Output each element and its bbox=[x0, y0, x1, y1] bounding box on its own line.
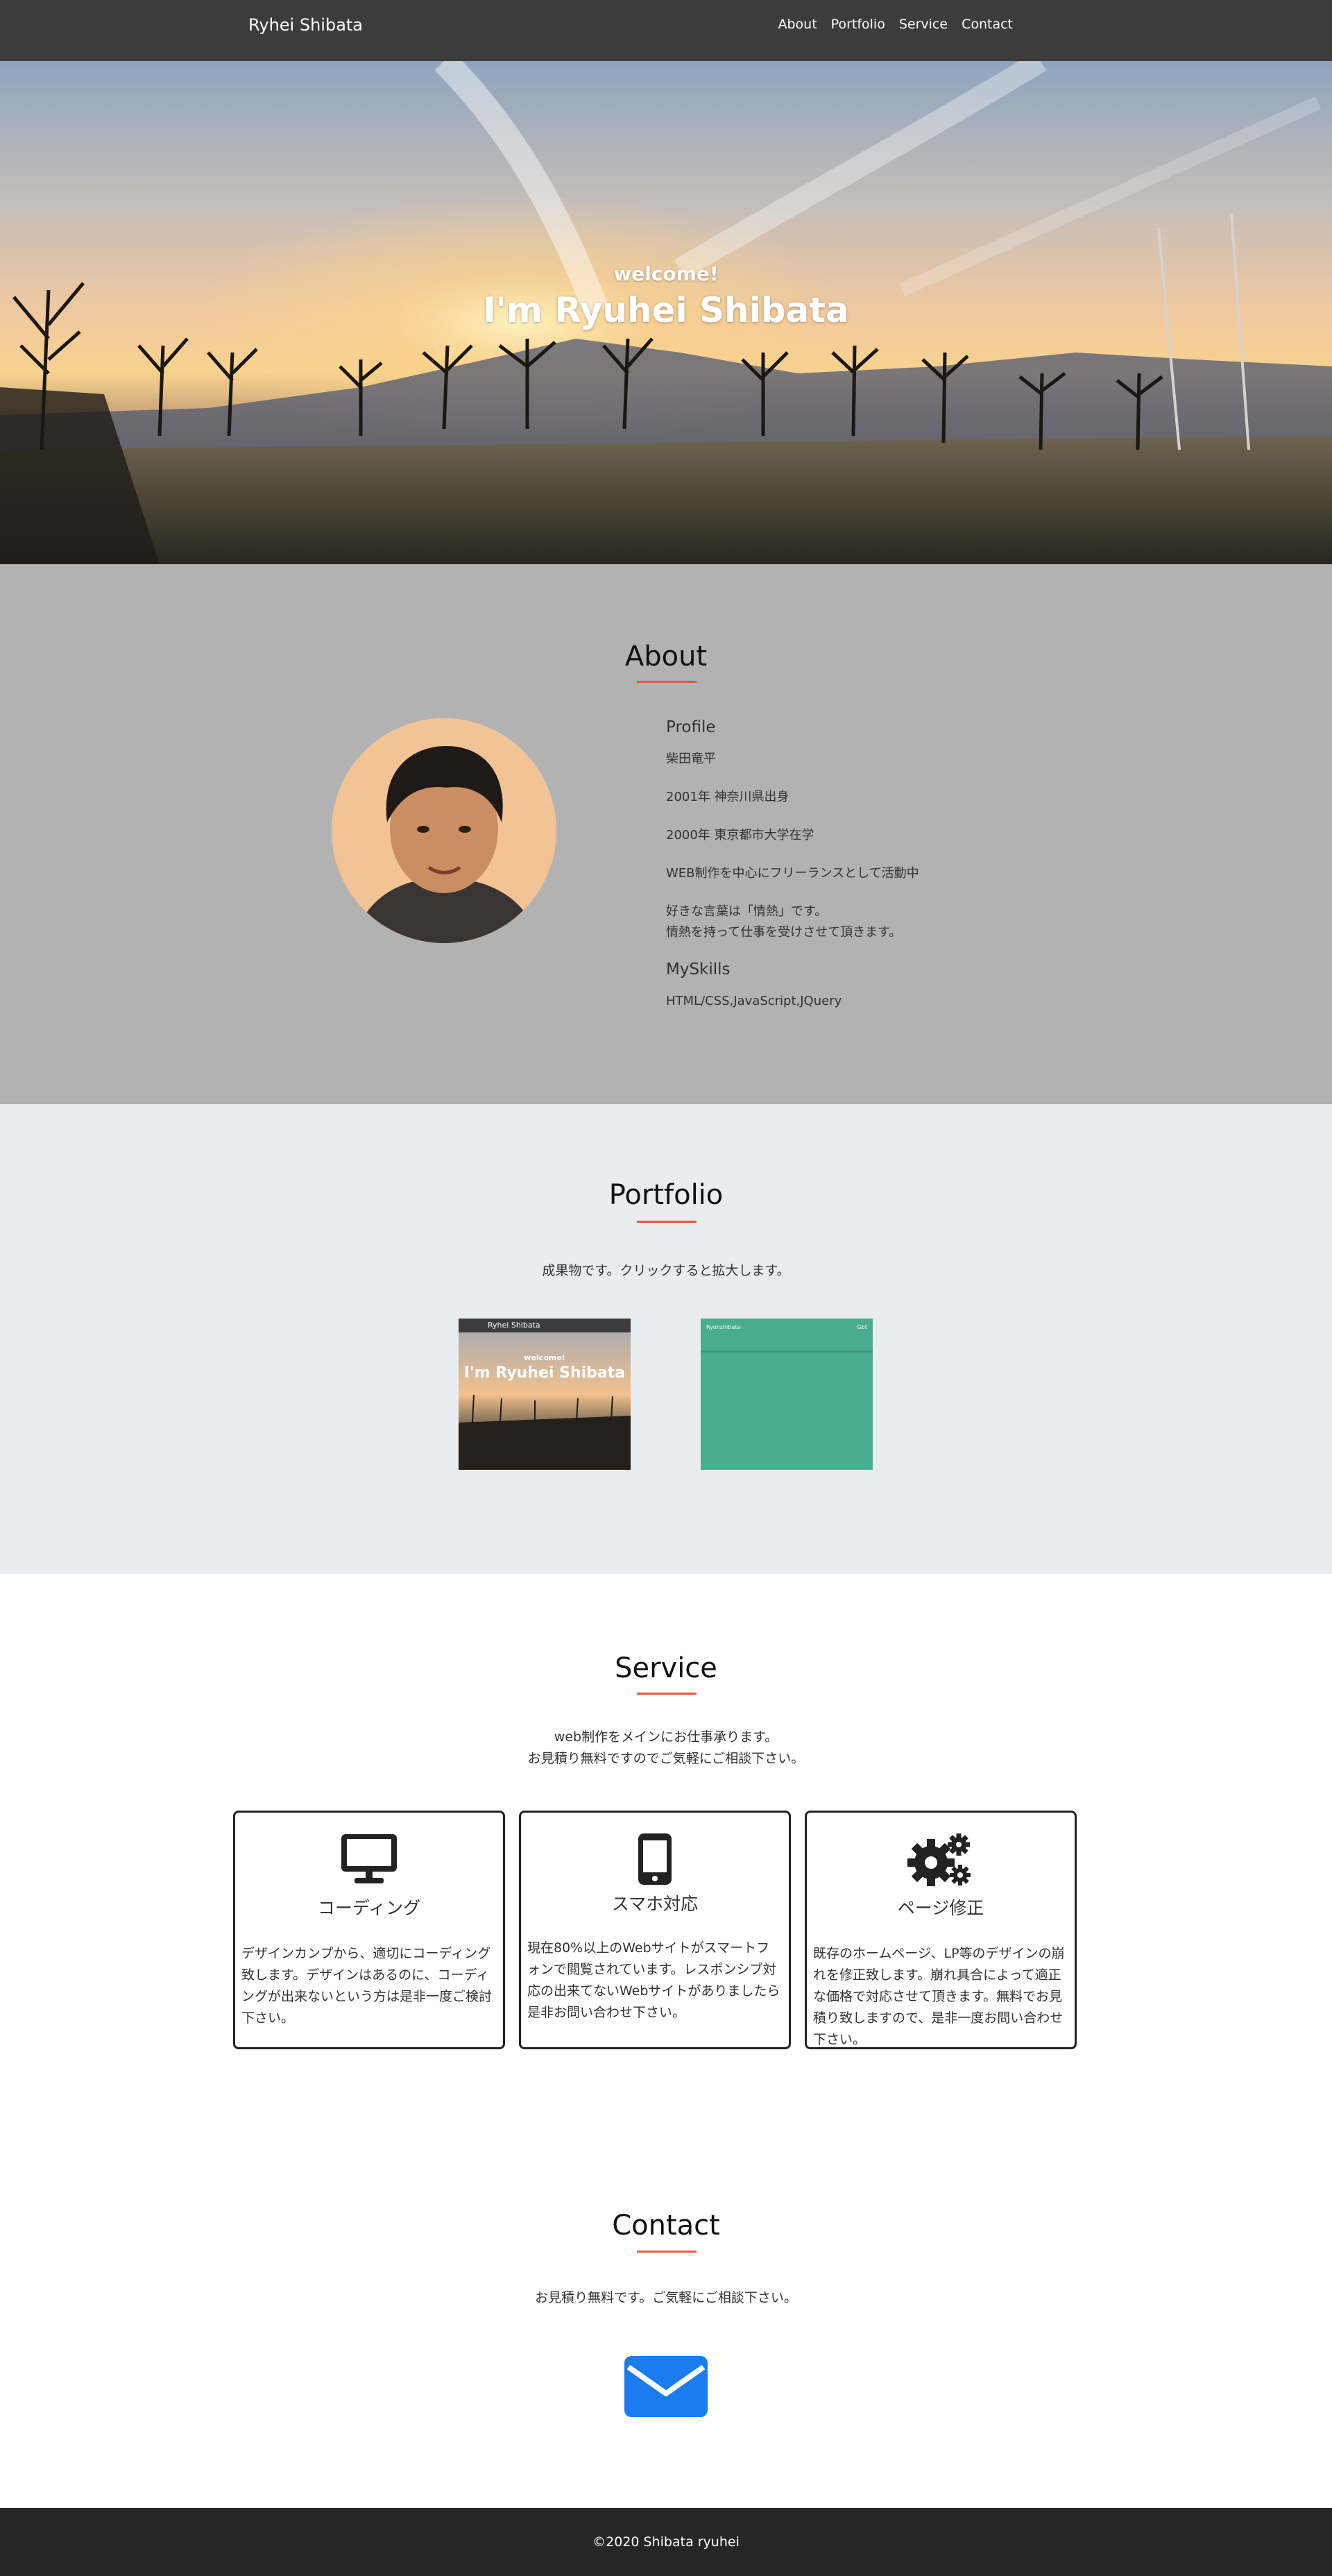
about-section: About Profile 柴田竜平 2001年 神奈川県出身 2000年 東京… bbox=[0, 564, 1332, 1104]
service-card-desc: 現在80%以上のWebサイトがスマートフォンで閲覧されています。レスポンシブ対応… bbox=[527, 1940, 780, 2020]
profile-school: 2000年 東京都市大学在学 bbox=[666, 828, 814, 842]
thumb2-nav: Gbt bbox=[857, 1324, 867, 1330]
nav-contact[interactable]: Contact bbox=[962, 17, 1013, 32]
portfolio-title: Portfolio bbox=[608, 1179, 724, 1211]
envelope-icon[interactable] bbox=[623, 2355, 709, 2421]
avatar-photo bbox=[332, 718, 556, 943]
hero-title: I'm Ryuhei Shibata bbox=[483, 290, 849, 330]
service-lead-line2: お見積り無料ですのでご気軽にご相談下さい。 bbox=[527, 1751, 805, 1766]
main-nav: About Portfolio Service Contact bbox=[778, 17, 1013, 32]
service-card-desc: デザインカンプから、適切にコーディング致します。デザインはあるのに、コーディング… bbox=[241, 1946, 493, 2026]
thumb1-title: I'm Ryuhei Shibata bbox=[463, 1364, 626, 1382]
gears-icon bbox=[807, 1832, 1075, 1890]
thumb1-brand: Ryhei Shibata bbox=[488, 1321, 540, 1330]
service-card-coding: コーディング デザインカンプから、適切にコーディング致します。デザインはあるのに… bbox=[233, 1811, 505, 2049]
site-brand[interactable]: Ryhei Shibata bbox=[248, 15, 363, 35]
nav-portfolio[interactable]: Portfolio bbox=[831, 17, 885, 32]
service-card-title: コーディング bbox=[317, 1898, 421, 1918]
portfolio-item-2[interactable]: Ryohshibata Gbt bbox=[701, 1319, 873, 1470]
contact-title: Contact bbox=[612, 2210, 720, 2242]
skills-list: HTML/CSS,JavaScript,JQuery bbox=[666, 994, 842, 1008]
hero-welcome: welcome! bbox=[613, 262, 719, 285]
contact-lead: お見積り無料です。ご気軽にご相談下さい。 bbox=[535, 2290, 797, 2305]
avatar bbox=[332, 718, 556, 943]
service-title: Service bbox=[615, 1652, 717, 1684]
about-title-underline bbox=[637, 681, 697, 683]
profile-name: 柴田竜平 bbox=[666, 752, 716, 766]
service-card-desc: 既存のホームページ、LP等のデザインの崩れを修正致します。崩れ具合によって適正な… bbox=[813, 1946, 1065, 2047]
monitor-icon bbox=[235, 1832, 503, 1888]
profile-motto: 好きな言葉は「情熱」です。 情熱を持って仕事を受けさせて頂きます。 bbox=[666, 901, 1013, 943]
profile-motto-line1: 好きな言葉は「情熱」です。 bbox=[666, 904, 828, 919]
service-card-title: スマホ対応 bbox=[611, 1894, 699, 1914]
portfolio-section: Portfolio 成果物です。クリックすると拡大します。 Ryhei Shib… bbox=[0, 1104, 1332, 1574]
about-title: About bbox=[624, 641, 708, 672]
nav-about[interactable]: About bbox=[778, 17, 817, 32]
thumb2-brand: Ryohshibata bbox=[706, 1324, 741, 1330]
footer-copyright: ©2020 Shibata ryuhei bbox=[592, 2534, 740, 2550]
service-lead: web制作をメインにお仕事承ります。 お見積り無料ですのでご気軽にご相談下さい。 bbox=[0, 1727, 1332, 1770]
contact-section: Contact お見積り無料です。ご気軽にご相談下さい。 bbox=[0, 2143, 1332, 2508]
service-card-title: ページ修正 bbox=[897, 1898, 984, 1918]
service-lead-line1: web制作をメインにお仕事承ります。 bbox=[554, 1729, 778, 1745]
profile-work: WEB制作を中心にフリーランスとして活動中 bbox=[666, 866, 919, 881]
site-footer: ©2020 Shibata ryuhei bbox=[0, 2508, 1332, 2576]
profile-heading: Profile bbox=[666, 718, 716, 736]
skills-heading: MySkills bbox=[666, 960, 731, 978]
service-card-fix: ページ修正 既存のホームページ、LP等のデザインの崩れを修正致します。崩れ具合に… bbox=[805, 1811, 1077, 2049]
service-section: Service web制作をメインにお仕事承ります。 お見積り無料ですのでご気軽… bbox=[0, 1574, 1332, 2143]
service-title-underline bbox=[637, 1693, 697, 1695]
profile-birth: 2001年 神奈川県出身 bbox=[666, 790, 789, 804]
site-header: Ryhei Shibata About Portfolio Service Co… bbox=[0, 0, 1332, 61]
service-card-mobile: スマホ対応 現在80%以上のWebサイトがスマートフォンで閲覧されています。レス… bbox=[519, 1811, 791, 2049]
thumb1-welcome: welcome! bbox=[524, 1353, 565, 1362]
contact-title-underline bbox=[637, 2251, 697, 2253]
nav-service[interactable]: Service bbox=[899, 17, 948, 32]
profile-motto-line2: 情熱を持って仕事を受けさせて頂きます。 bbox=[666, 925, 902, 940]
portfolio-item-1[interactable]: Ryhei Shibata welcome! I'm Ryuhei Shibat… bbox=[459, 1319, 631, 1470]
hero-section: welcome! I'm Ryuhei Shibata bbox=[0, 61, 1332, 564]
portfolio-lead: 成果物です。クリックすると拡大します。 bbox=[542, 1263, 790, 1278]
portfolio-title-underline bbox=[637, 1221, 697, 1223]
smartphone-icon bbox=[521, 1832, 789, 1889]
portfolio-thumbnail-1 bbox=[459, 1319, 631, 1470]
about-info: Profile 柴田竜平 2001年 神奈川県出身 2000年 東京都市大学在学… bbox=[666, 718, 1013, 1029]
